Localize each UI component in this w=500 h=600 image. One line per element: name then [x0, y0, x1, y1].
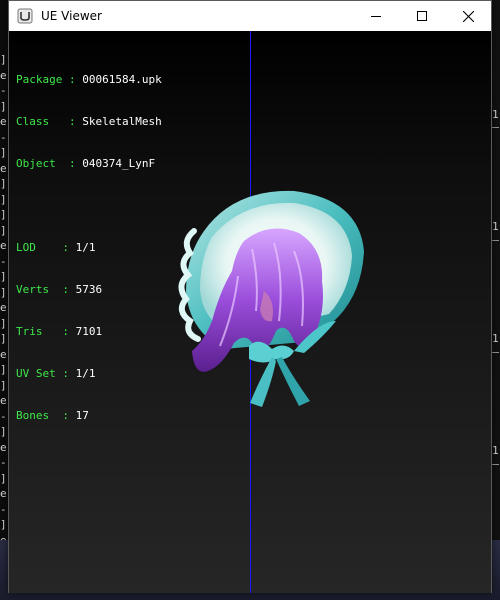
window-title: UE Viewer	[41, 9, 102, 23]
maximize-icon	[417, 11, 427, 21]
background-tick-label: 1	[492, 444, 499, 457]
info-label: UV Set :	[16, 367, 76, 380]
info-row-uvset: UV Set : 1/1	[16, 367, 162, 381]
info-label: Class :	[16, 115, 83, 128]
background-console-right: 1 1 1 1	[491, 0, 500, 600]
info-row-package: Package : 00061584.upk	[16, 73, 162, 87]
maximize-button[interactable]	[399, 1, 445, 31]
info-label: Object :	[16, 157, 83, 170]
info-value: 00061584.upk	[82, 73, 162, 86]
info-label: Bones :	[16, 409, 76, 422]
info-row-class: Class : SkeletalMesh	[16, 115, 162, 129]
info-value: 17	[75, 409, 89, 422]
info-value: 7101	[75, 325, 103, 338]
info-value: 1/1	[75, 367, 96, 380]
minimize-button[interactable]	[353, 1, 399, 31]
background-tick-label: 1	[492, 220, 499, 233]
ue-viewer-window: UE Viewer Package : 00061584.upk Class :…	[8, 0, 492, 593]
info-label: Verts :	[16, 283, 76, 296]
info-row-verts: Verts : 5736	[16, 283, 162, 297]
background-dash	[492, 240, 499, 241]
close-icon	[462, 10, 474, 22]
info-value: 040374_LynF	[82, 157, 156, 170]
background-dash	[492, 127, 499, 128]
info-label: Tris :	[16, 325, 76, 338]
info-row-bones: Bones : 17	[16, 409, 162, 423]
info-row-tris: Tris : 7101	[16, 325, 162, 339]
info-value: 5736	[75, 283, 103, 296]
info-row-object: Object : 040374_LynF	[16, 157, 162, 171]
3d-viewport[interactable]: Package : 00061584.upk Class : SkeletalM…	[9, 31, 491, 593]
mesh-info-overlay: Package : 00061584.upk Class : SkeletalM…	[16, 45, 162, 451]
background-dash	[492, 352, 499, 353]
title-bar[interactable]: UE Viewer	[9, 1, 491, 31]
background-tick-label: 1	[492, 108, 499, 121]
info-label: Package :	[16, 73, 83, 86]
skeletal-mesh-render	[178, 190, 364, 407]
close-button[interactable]	[445, 1, 491, 31]
background-dash	[492, 464, 499, 465]
info-value: SkeletalMesh	[82, 115, 162, 128]
info-value: 1/1	[75, 241, 96, 254]
background-tick-label: 1	[492, 332, 499, 345]
info-label: LOD :	[16, 241, 76, 254]
ue-viewer-app-icon[interactable]	[17, 8, 33, 24]
info-row-lod: LOD : 1/1	[16, 241, 162, 255]
minimize-icon	[371, 16, 381, 17]
